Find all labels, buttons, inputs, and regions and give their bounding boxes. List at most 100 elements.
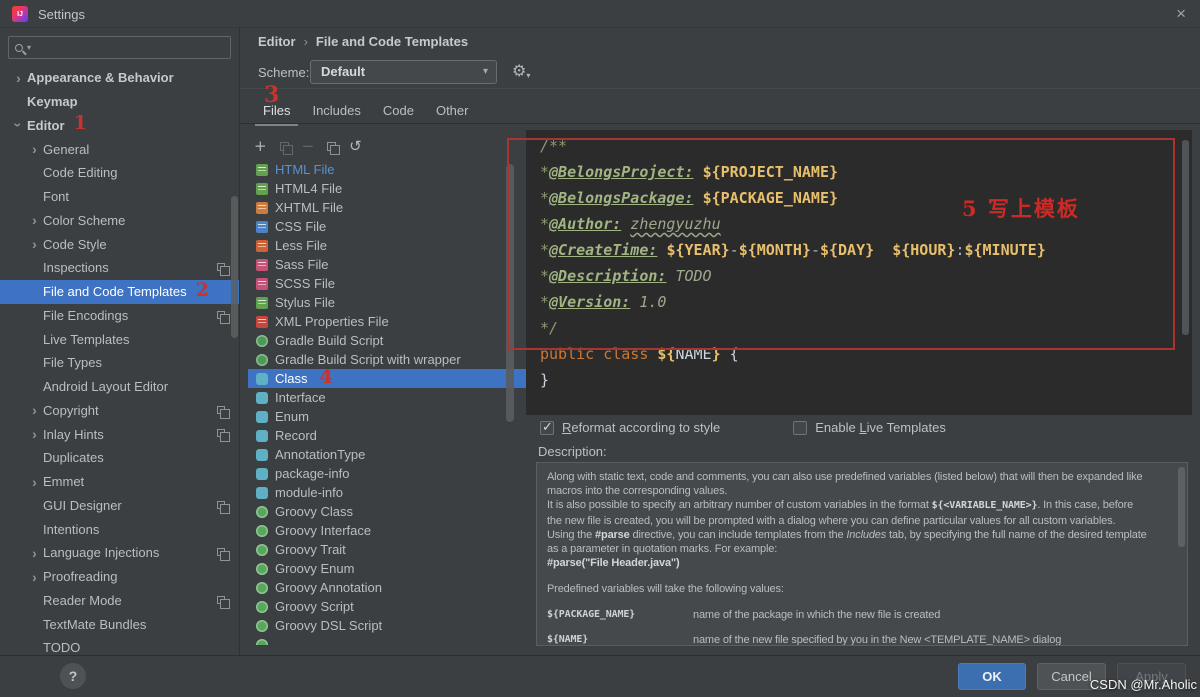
help-button[interactable]: ? [60,663,86,689]
chevron-right-icon[interactable]: › [26,142,43,156]
chevron-right-icon[interactable]: › [26,213,43,227]
template-item-groovy-script[interactable]: Groovy Script [248,597,526,616]
breadcrumb-editor[interactable]: Editor [258,34,296,49]
template-item-groovy-trait[interactable]: Groovy Trait [248,540,526,559]
template-item-interface[interactable]: Interface [248,388,526,407]
settings-search-box[interactable]: ▾ [8,36,231,59]
template-item-html4-file[interactable]: HTML4 File [248,179,526,198]
template-item-groovy-annotation[interactable]: Groovy Annotation [248,578,526,597]
sidebar-item-inspections[interactable]: Inspections [0,256,239,280]
tab-code[interactable]: Code [372,98,425,123]
variable-description: name of the package in which the new fil… [693,608,940,622]
template-item-groovy-enum[interactable]: Groovy Enum [248,559,526,578]
sidebar-item-general[interactable]: › General [0,137,239,161]
chevron-right-icon[interactable]: › [26,570,43,584]
sidebar-item-copyright[interactable]: › Copyright [0,399,239,423]
sidebar-item-appearance-behavior[interactable]: › Appearance & Behavior [0,66,239,90]
template-item-label: Class [275,371,308,386]
sidebar-item-gui-designer[interactable]: GUI Designer [0,494,239,518]
sidebar-item-editor[interactable]: › Editor 1 [0,114,239,138]
chevron-right-icon[interactable]: › [26,427,43,441]
template-item-groovy-class[interactable]: Groovy Class [248,502,526,521]
sidebar-item-label: Copyright [43,402,99,418]
template-item-label: XML Properties File [275,314,389,329]
sidebar-item-file-encodings[interactable]: File Encodings [0,304,239,328]
template-item-stylus-file[interactable]: Stylus File [248,293,526,312]
close-icon[interactable]: × [1176,4,1186,24]
tab-other[interactable]: Other [425,98,480,123]
sidebar-item-textmate-bundles[interactable]: TextMate Bundles [0,612,239,636]
reformat-checkbox[interactable]: Reformat according to style [540,420,720,435]
template-item-annotationtype[interactable]: AnnotationType [248,445,526,464]
template-item-xhtml-file[interactable]: XHTML File [248,198,526,217]
sidebar-item-font[interactable]: Font [0,185,239,209]
template-item-xml-properties-file[interactable]: XML Properties File [248,312,526,331]
template-item-package-info[interactable]: package-info [248,464,526,483]
live-templates-checkbox[interactable]: Enable Live Templates [793,420,946,435]
checkbox-icon[interactable] [540,420,554,435]
add-template-icon[interactable]: + [254,138,267,154]
chevron-right-icon[interactable]: › [26,237,43,251]
code-token: @BelongsProject: [549,163,694,181]
sidebar-item-android-layout-editor[interactable]: Android Layout Editor [0,375,239,399]
sidebar-scrollbar[interactable] [231,196,238,338]
template-item-gradle-build-script[interactable]: Gradle Build Script [248,331,526,350]
template-item-record[interactable]: Record [248,426,526,445]
code-token: * [540,241,550,259]
sidebar-item-label: TODO [43,640,81,655]
reset-template-icon[interactable]: ↺ [349,138,362,154]
template-editor[interactable]: /** *@BelongsProject: ${PROJECT_NAME} *@Be… [526,130,1192,415]
duplicate-template-icon[interactable] [327,139,341,155]
sidebar-item-emmet[interactable]: › Emmet [0,470,239,494]
checkbox-icon[interactable] [793,420,808,435]
template-item-class[interactable]: Class 4 [248,368,526,388]
description-segment: It is also possible to specify an arbitr… [547,499,932,512]
sidebar-item-live-templates[interactable]: Live Templates [0,327,239,351]
sidebar-item-code-editing[interactable]: Code Editing [0,161,239,185]
description-scrollbar[interactable] [1178,467,1185,547]
sidebar-item-code-style[interactable]: › Code Style [0,232,239,256]
sidebar-item-color-scheme[interactable]: › Color Scheme [0,209,239,233]
code-token: * [540,267,550,285]
chevron-right-icon[interactable]: › [26,403,43,417]
tab-includes[interactable]: Includes [301,98,371,123]
template-item-enum[interactable]: Enum [248,407,526,426]
template-item-groovy-dsl-script[interactable]: Groovy DSL Script [248,616,526,635]
sidebar-item-todo[interactable]: TODO [0,636,239,655]
sidebar-item-intentions[interactable]: Intentions [0,517,239,541]
groovy-gradle-icon [256,543,268,556]
scheme-dropdown[interactable]: Default ▾ [310,60,497,84]
template-item-html-file[interactable]: HTML File [248,160,526,179]
chevron-right-icon[interactable]: › [10,71,27,85]
template-item-unknown[interactable] [248,635,526,645]
template-item-module-info[interactable]: module-info [248,483,526,502]
sidebar-item-file-and-code-templates[interactable]: File and Code Templates 2 [0,279,239,304]
template-item-css-file[interactable]: CSS File [248,217,526,236]
code-token: 1.0 [639,293,667,311]
chevron-right-icon[interactable]: › [26,546,43,560]
template-item-less-file[interactable]: Less File [248,236,526,255]
sidebar-item-proofreading[interactable]: › Proofreading [0,565,239,589]
gear-icon[interactable]: ⚙▾ [512,61,530,80]
sidebar-item-reader-mode[interactable]: Reader Mode [0,589,239,613]
template-item-sass-file[interactable]: Sass File [248,255,526,274]
sidebar-item-keymap[interactable]: Keymap [0,90,239,114]
chevron-down-icon[interactable]: › [11,117,27,134]
template-item-label: Record [275,428,317,443]
sidebar-item-inlay-hints[interactable]: › Inlay Hints [0,422,239,446]
template-item-scss-file[interactable]: SCSS File [248,274,526,293]
template-item-groovy-interface[interactable]: Groovy Interface [248,521,526,540]
template-tabs: Files Includes Code Other [252,98,480,126]
settings-search-input[interactable] [31,40,230,55]
sidebar-item-duplicates[interactable]: Duplicates [0,446,239,470]
chevron-right-icon[interactable]: › [26,475,43,489]
template-item-gradle-build-script-with-wrapper[interactable]: Gradle Build Script with wrapper [248,350,526,369]
sidebar-item-language-injections[interactable]: › Language Injections [0,541,239,565]
sidebar-item-file-types[interactable]: File Types [0,351,239,375]
file-type-icon [256,239,268,252]
ok-button[interactable]: OK [958,663,1026,690]
description-segment: #parse("File Header.java") [547,557,680,570]
template-list-scrollbar[interactable] [506,164,514,422]
groovy-gradle-icon [256,334,268,347]
editor-scrollbar[interactable] [1182,140,1189,335]
